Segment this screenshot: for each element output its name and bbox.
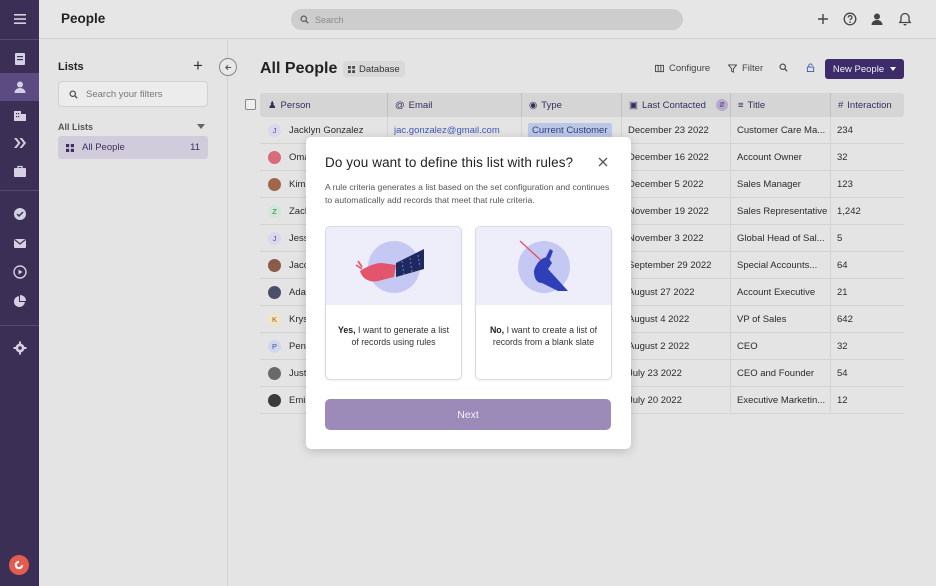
option-no-text: No, I want to create a list of records f… [486, 324, 601, 348]
define-rules-dialog: Do you want to define this list with rul… [306, 137, 631, 449]
option-no-body: I want to create a list of records from … [492, 325, 598, 347]
option-no-bold: No, [489, 325, 505, 335]
option-no-card[interactable]: No, I want to create a list of records f… [475, 226, 612, 380]
close-icon[interactable] [597, 156, 609, 168]
dialog-description: A rule criteria generates a list based o… [325, 182, 610, 205]
dialog-title: Do you want to define this list with rul… [325, 155, 574, 170]
option-yes-body: I want to generate a list of records usi… [351, 325, 450, 347]
option-yes-text: Yes, I want to generate a list of record… [336, 324, 451, 348]
rules-illustration [326, 227, 461, 305]
blank-slate-illustration [476, 227, 611, 305]
option-yes-card[interactable]: Yes, I want to generate a list of record… [325, 226, 462, 380]
next-button[interactable]: Next [325, 399, 611, 430]
option-yes-bold: Yes, [337, 325, 356, 335]
